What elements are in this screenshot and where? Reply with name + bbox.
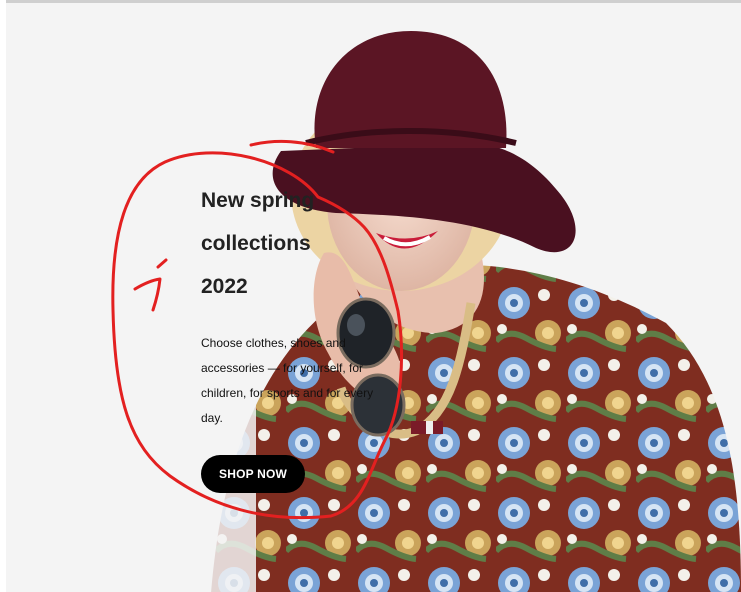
- hero-content: New spring collections 2022 Choose cloth…: [201, 179, 391, 493]
- hero-banner: New spring collections 2022 Choose cloth…: [6, 3, 741, 592]
- hero-title-line: 2022: [201, 275, 248, 298]
- shop-now-button[interactable]: SHOP NOW: [201, 455, 306, 493]
- hero-title-line: New spring: [201, 189, 315, 212]
- hero-title: New spring collections 2022: [201, 179, 391, 308]
- hero-title-line: collections: [201, 232, 311, 255]
- hero-description: Choose clothes, shoes and accessories — …: [201, 336, 374, 425]
